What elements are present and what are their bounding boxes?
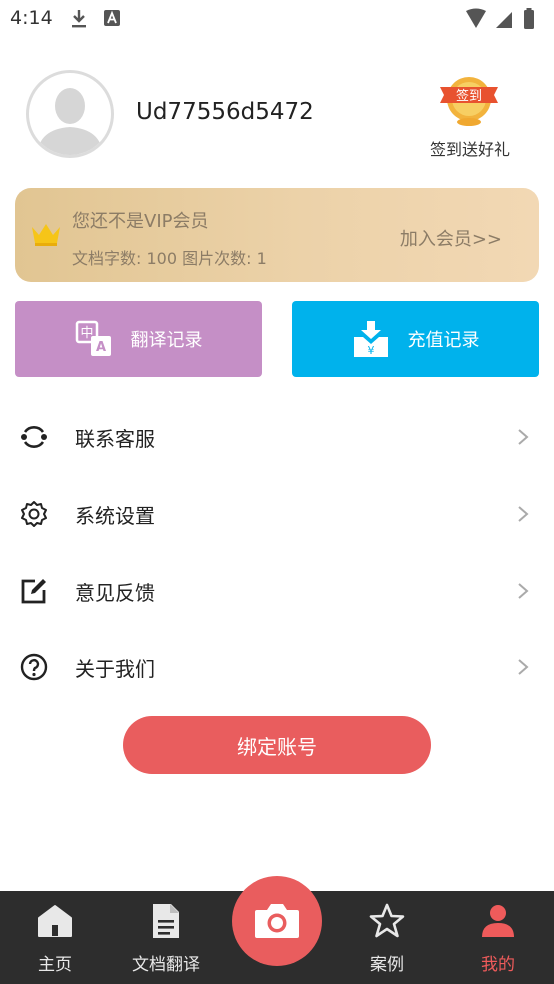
download-icon [72, 10, 86, 28]
tab-cases[interactable]: 案例 [342, 891, 432, 984]
avatar[interactable] [26, 70, 114, 158]
crown-icon [32, 224, 60, 246]
translation-records-label: 翻译记录 [130, 330, 203, 351]
menu-label: 意见反馈 [75, 581, 155, 605]
chevron-right-icon [518, 506, 529, 522]
tab-mine[interactable]: 我的 [453, 891, 543, 984]
document-icon [153, 904, 179, 938]
home-icon [38, 905, 72, 937]
signin-badge-text: 签到 [456, 88, 482, 104]
tab-documents[interactable]: 文档翻译 [116, 891, 216, 984]
recharge-icon: ¥ [353, 321, 388, 357]
gear-icon [21, 501, 47, 527]
vip-membership-card[interactable]: 您还不是VIP会员 文档字数: 100 图片次数: 1 加入会员>> [15, 188, 539, 282]
vip-status-title: 您还不是VIP会员 [72, 211, 209, 232]
customer-service-icon [21, 426, 47, 448]
status-bar: 4:14 [0, 0, 554, 38]
svg-text:A: A [95, 340, 105, 355]
svg-text:¥: ¥ [367, 344, 374, 357]
text-recognition-icon [104, 10, 120, 26]
translation-records-button[interactable]: 中 A 翻译记录 [15, 301, 262, 377]
menu-item-settings[interactable]: 系统设置 [0, 483, 554, 543]
edit-icon [21, 579, 46, 604]
menu-item-customer-service[interactable]: 联系客服 [0, 406, 554, 466]
person-icon [482, 905, 514, 937]
menu-item-feedback[interactable]: 意见反馈 [0, 560, 554, 620]
camera-capture-button[interactable] [232, 876, 322, 966]
menu-label: 关于我们 [75, 657, 155, 681]
menu-item-about[interactable]: 关于我们 [0, 636, 554, 696]
chevron-right-icon [518, 429, 529, 445]
camera-icon [255, 904, 299, 938]
signal-battery-icons [466, 8, 534, 29]
vip-quota: 文档字数: 100 图片次数: 1 [72, 249, 267, 268]
menu-label: 联系客服 [75, 427, 155, 451]
tab-home[interactable]: 主页 [10, 891, 100, 984]
status-time: 4:14 [10, 7, 53, 29]
chevron-right-icon [518, 659, 529, 675]
question-icon [20, 653, 48, 681]
tab-label: 案例 [370, 955, 404, 975]
recharge-records-label: 充值记录 [407, 330, 480, 351]
signin-label: 签到送好礼 [429, 140, 510, 159]
default-avatar-icon [37, 88, 103, 155]
tab-label: 文档翻译 [132, 955, 200, 975]
bind-account-button[interactable]: 绑定账号 [123, 716, 431, 774]
translate-icon: 中 A [75, 320, 111, 356]
signin-badge-icon: 签到 [440, 77, 498, 126]
menu-label: 系统设置 [75, 504, 155, 528]
join-vip-link[interactable]: 加入会员>> [400, 225, 502, 251]
recharge-records-button[interactable]: ¥ 充值记录 [292, 301, 539, 377]
signin-gift-button[interactable]: 签到 签到送好礼 [420, 72, 520, 162]
chevron-right-icon [518, 583, 529, 599]
star-icon [369, 903, 405, 938]
username: Ud77556d5472 [136, 99, 314, 125]
tab-label: 我的 [481, 955, 515, 975]
tab-label: 主页 [38, 955, 72, 975]
